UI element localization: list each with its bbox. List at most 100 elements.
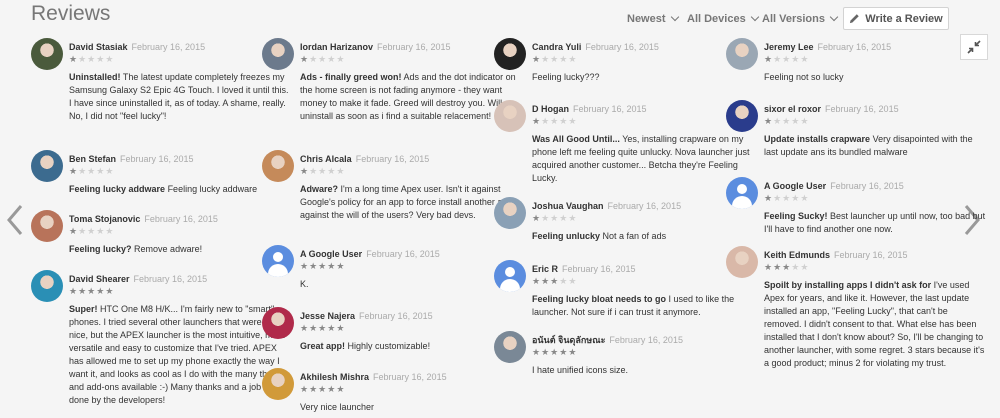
star-icon: ★: [318, 54, 328, 64]
review-text: Feeling lucky bloat needs to go I used t…: [532, 293, 754, 319]
avatar[interactable]: [726, 246, 758, 278]
review-date: February 16, 2015: [355, 154, 430, 164]
star-icon: ★: [78, 54, 88, 64]
review-header: Joshua Vaughan February 16, 2015: [532, 196, 754, 212]
star-rating: ★★★★★: [69, 227, 291, 236]
star-icon: ★: [791, 262, 801, 272]
star-icon: ★: [568, 276, 578, 286]
star-icon: ★: [327, 261, 337, 271]
reviewer-name[interactable]: Akhilesh Mishra: [300, 372, 369, 382]
reviews-header: Reviews Newest All Devices All Versions …: [0, 0, 1000, 36]
star-icon: ★: [327, 54, 337, 64]
star-icon: ★: [532, 347, 542, 357]
review-title: Feeling lucky?: [69, 244, 132, 254]
avatar[interactable]: [262, 150, 294, 182]
star-rating: ★★★★★: [764, 194, 986, 203]
device-filter-dropdown[interactable]: All Devices: [687, 12, 759, 25]
review-date: February 16, 2015: [585, 42, 659, 52]
sort-dropdown[interactable]: Newest: [627, 12, 679, 25]
write-review-button[interactable]: Write a Review: [843, 7, 949, 30]
reviewer-name[interactable]: Joshua Vaughan: [532, 201, 604, 211]
star-icon: ★: [773, 193, 783, 203]
star-icon: ★: [782, 193, 792, 203]
star-rating: ★★★★★: [532, 348, 754, 357]
star-icon: ★: [550, 116, 560, 126]
review-text: Adware? I'm a long time Apex user. Isn't…: [300, 183, 522, 222]
avatar[interactable]: [494, 38, 526, 70]
review-text: Feeling unlucky Not a fan of ads: [532, 230, 754, 243]
chevron-down-icon: [829, 12, 839, 22]
review-header: อนันต์ จินดุลักษณะ February 16, 2015: [532, 330, 754, 346]
avatar[interactable]: [262, 38, 294, 70]
reviewer-name[interactable]: Eric R: [532, 264, 558, 274]
reviewer-name[interactable]: Toma Stojanovic: [69, 214, 140, 224]
star-icon: ★: [336, 384, 346, 394]
review-date: February 16, 2015: [834, 250, 908, 260]
review-body: I've used Apex for years, and like it. H…: [764, 280, 985, 368]
review-text: Was All Good Until... Yes, installing cr…: [532, 133, 754, 185]
star-icon: ★: [327, 166, 337, 176]
review-header: Eric R February 16, 2015: [532, 259, 754, 275]
review-date: February 16, 2015: [373, 372, 447, 382]
avatar[interactable]: [726, 100, 758, 132]
avatar[interactable]: [31, 38, 63, 70]
default-user-avatar-icon[interactable]: [262, 245, 294, 277]
reviewer-name[interactable]: Iordan Harizanov: [300, 42, 373, 52]
star-icon: ★: [568, 347, 578, 357]
reviewer-name[interactable]: David Stasiak: [69, 42, 128, 52]
review-text: Super! HTC One M8 H/K... I'm fairly new …: [69, 303, 291, 407]
review-body: Very nice launcher: [300, 402, 375, 412]
review-item: Jesse Najera February 16, 2015 ★★★★★ Great …: [262, 306, 522, 353]
avatar[interactable]: [31, 270, 63, 302]
avatar[interactable]: [31, 150, 63, 182]
avatar[interactable]: [262, 368, 294, 400]
star-rating: ★★★★★: [69, 167, 291, 176]
star-icon: ★: [773, 116, 783, 126]
review-title: Adware?: [300, 184, 339, 194]
review-date: February 16, 2015: [573, 104, 647, 114]
star-icon: ★: [78, 226, 88, 236]
avatar[interactable]: [31, 210, 63, 242]
reviewer-name[interactable]: A Google User: [300, 249, 362, 259]
star-rating: ★★★★★: [532, 277, 754, 286]
version-filter-dropdown[interactable]: All Versions: [762, 12, 839, 25]
reviewer-name[interactable]: Keith Edmunds: [764, 250, 830, 260]
review-header: Iordan Harizanov February 16, 2015: [300, 37, 522, 53]
chevron-left-icon: [7, 205, 23, 235]
avatar[interactable]: [262, 307, 294, 339]
default-user-avatar-icon[interactable]: [494, 260, 526, 292]
reviewer-name[interactable]: David Shearer: [69, 274, 130, 284]
avatar[interactable]: [494, 100, 526, 132]
reviewer-name[interactable]: D Hogan: [532, 104, 569, 114]
reviewer-name[interactable]: A Google User: [764, 181, 826, 191]
avatar[interactable]: [726, 38, 758, 70]
reviewer-name[interactable]: sixor el roxor: [764, 104, 821, 114]
review-body: K.: [300, 279, 309, 289]
review-item: D Hogan February 16, 2015 ★★★★★ Was All Goo…: [494, 99, 754, 185]
reviewer-name[interactable]: Ben Stefan: [69, 154, 116, 164]
reviewer-name[interactable]: Chris Alcala: [300, 154, 352, 164]
star-icon: ★: [773, 262, 783, 272]
default-user-avatar-icon[interactable]: [726, 177, 758, 209]
star-icon: ★: [764, 54, 774, 64]
star-rating: ★★★★★: [300, 385, 522, 394]
review-header: sixor el roxor February 16, 2015: [764, 99, 986, 115]
avatar[interactable]: [494, 331, 526, 363]
reviewer-name[interactable]: อนันต์ จินดุลักษณะ: [532, 335, 605, 345]
review-body: HTC One M8 H/K... I'm fairly new to "sma…: [69, 304, 290, 405]
star-icon: ★: [559, 213, 569, 223]
star-icon: ★: [69, 286, 79, 296]
device-filter-label: All Devices: [687, 13, 746, 25]
review-date: February 16, 2015: [120, 154, 194, 164]
star-icon: ★: [300, 54, 310, 64]
reviewer-name[interactable]: Jeremy Lee: [764, 42, 814, 52]
sort-dropdown-label: Newest: [627, 13, 666, 25]
review-title: Great app!: [300, 341, 346, 351]
review-header: David Stasiak February 16, 2015: [69, 37, 291, 53]
star-icon: ★: [78, 286, 88, 296]
reviewer-name[interactable]: Candra Yuli: [532, 42, 581, 52]
previous-page-button[interactable]: [6, 204, 24, 241]
reviewer-name[interactable]: Jesse Najera: [300, 311, 355, 321]
avatar[interactable]: [494, 197, 526, 229]
review-text: Feeling lucky???: [532, 71, 754, 84]
